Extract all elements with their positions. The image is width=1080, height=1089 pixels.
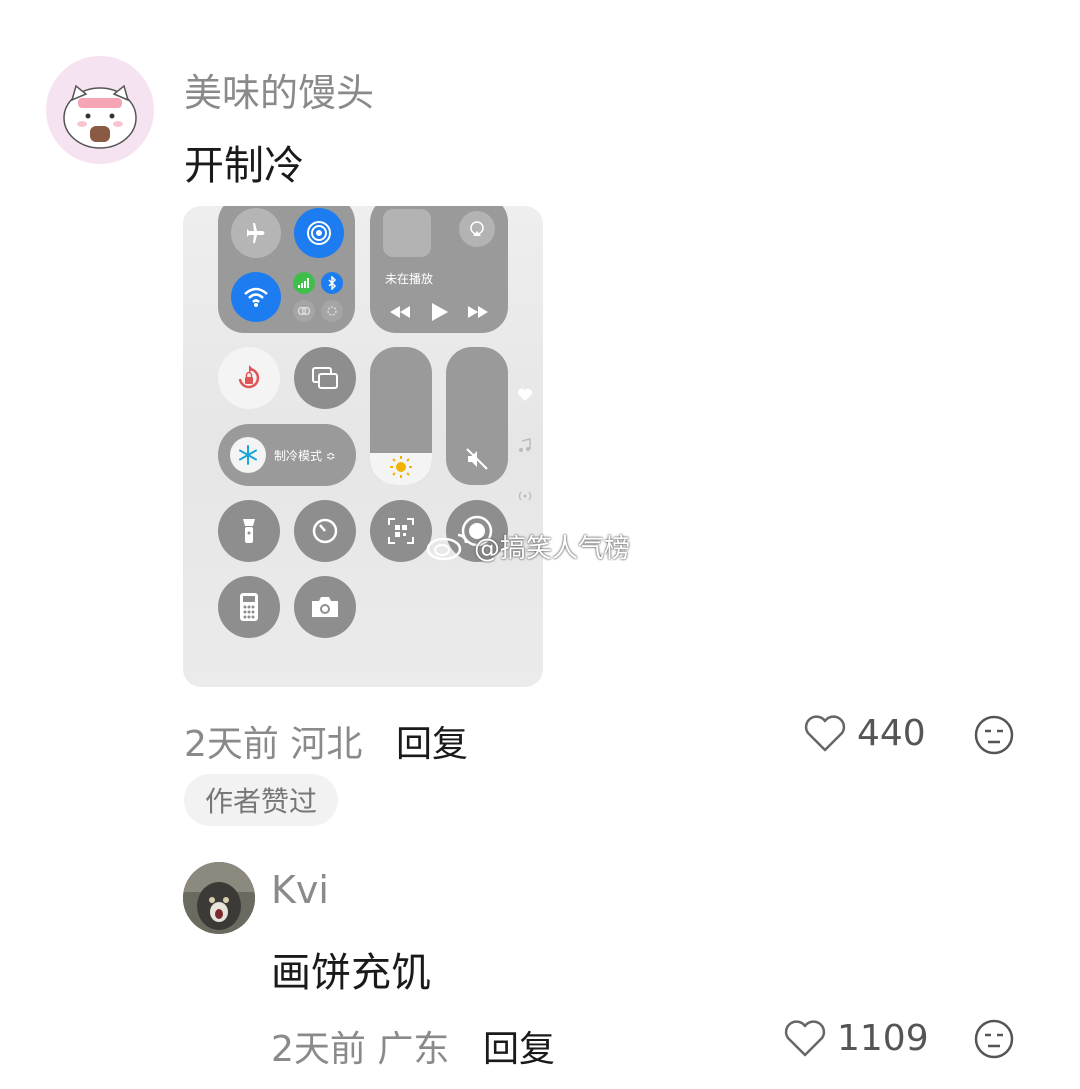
like-button[interactable]: 440 <box>803 713 926 754</box>
cooling-mode-label: 制冷模式 ≎ <box>274 449 336 463</box>
heart-icon <box>784 1019 826 1056</box>
dislike-emoji-icon[interactable] <box>973 1018 1015 1060</box>
brightness-slider <box>370 347 432 485</box>
author-liked-badge: 作者赞过 <box>184 774 338 826</box>
comment-location: 河北 <box>290 724 363 765</box>
camera-icon <box>294 576 356 638</box>
flashlight-icon <box>218 500 280 562</box>
comment-time: 2天前 <box>184 724 279 765</box>
mute-icon <box>466 448 488 470</box>
now-playing-label: 未在播放 <box>385 272 434 286</box>
comment-text: 开制冷 <box>184 143 304 189</box>
reply-button[interactable]: 回复 <box>396 715 468 767</box>
cellular-icon <box>293 272 315 294</box>
timer-icon <box>294 500 356 562</box>
like-count: 440 <box>857 713 926 754</box>
dislike-emoji-icon[interactable] <box>973 714 1015 756</box>
username[interactable]: 美味的馒头 <box>184 62 374 117</box>
username[interactable]: Kvi <box>271 868 329 912</box>
heart-indicator-icon <box>517 388 533 401</box>
weibo-logo-icon <box>426 533 468 561</box>
reply-button[interactable]: 回复 <box>483 1020 555 1072</box>
wifi-icon <box>231 272 281 322</box>
watermark-text: @搞笑人气榜 <box>474 533 631 564</box>
comment-time: 2天前 <box>271 1029 366 1070</box>
like-count: 1109 <box>837 1018 929 1059</box>
hotspot-icon <box>294 208 344 258</box>
airplay-icon <box>459 211 495 247</box>
snowflake-icon <box>230 437 266 473</box>
comment-meta: 2天前 河北 <box>184 715 362 767</box>
signal-indicator-icon <box>518 491 532 501</box>
qr-scan-icon <box>370 500 432 562</box>
nfc-icon <box>321 300 343 322</box>
cat-photo-image <box>183 862 255 934</box>
cooling-mode-tile: 制冷模式 ≎ <box>218 424 356 486</box>
volume-slider <box>446 347 508 485</box>
avatar[interactable] <box>183 862 255 934</box>
comment-location: 广东 <box>377 1029 450 1070</box>
cat-avatar-image <box>46 56 154 164</box>
heart-icon <box>804 714 846 751</box>
media-controls <box>388 300 498 324</box>
sun-icon <box>390 456 412 478</box>
calculator-icon <box>218 576 280 638</box>
comment-image[interactable]: 未在播放 制冷模式 ≎ <box>183 206 543 687</box>
comment-meta: 2天前 广东 <box>271 1020 449 1072</box>
like-button[interactable]: 1109 <box>783 1018 929 1059</box>
avatar[interactable] <box>46 56 154 164</box>
bluetooth-icon <box>321 272 343 294</box>
airplane-icon <box>231 208 281 258</box>
music-indicator-icon <box>519 438 531 452</box>
rotation-lock-icon <box>218 347 280 409</box>
link-icon <box>293 300 315 322</box>
screen-mirror-icon <box>294 347 356 409</box>
album-art-placeholder <box>383 209 431 257</box>
comment-text: 画饼充饥 <box>271 950 431 996</box>
watermark: @搞笑人气榜 <box>426 530 631 564</box>
